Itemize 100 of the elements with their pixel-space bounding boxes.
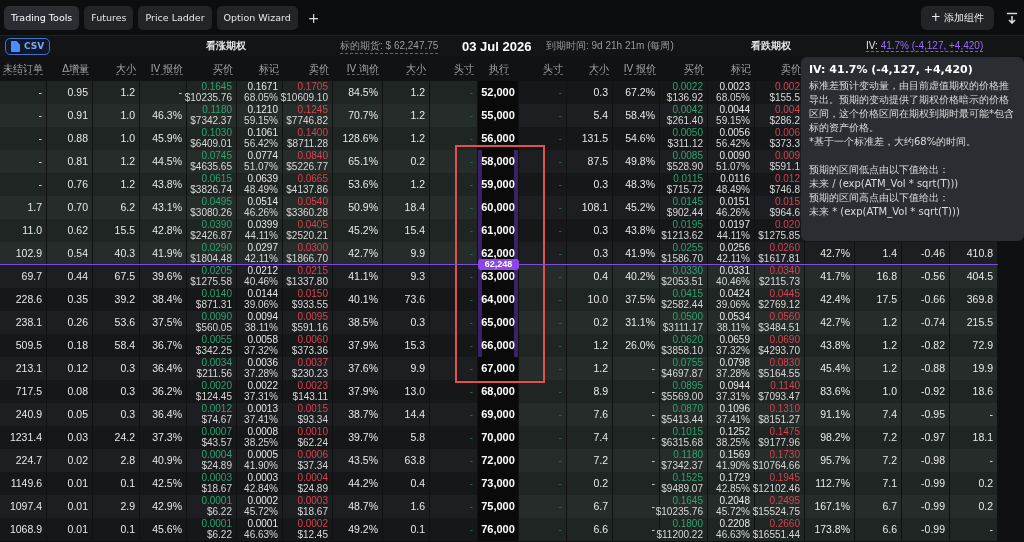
mark-price: 0.0116: [720, 174, 750, 185]
mark-price: 0.0659: [719, 335, 750, 346]
bid-price: 0.0001: [201, 519, 232, 530]
position-cell: -: [469, 294, 473, 305]
size-cell: 1.6: [410, 501, 425, 512]
bid-price: 0.0620: [672, 335, 703, 346]
mark-price: 0.0424: [719, 289, 750, 300]
column-header[interactable]: 标记: [731, 62, 751, 75]
ask-price: 0.0037: [297, 358, 328, 369]
column-header[interactable]: 卖价: [309, 62, 329, 75]
ask-price: 0.0445: [769, 289, 800, 300]
tab[interactable]: Trading Tools: [4, 5, 80, 30]
iv-cell: -: [651, 409, 655, 420]
ask-detail: $373.3: [769, 138, 800, 149]
size-cell: 58.4: [114, 340, 135, 351]
bid-price: 0.0034: [201, 358, 232, 369]
mark-price: 0.0639: [247, 174, 278, 185]
ask-price: 0.0095: [297, 312, 328, 323]
size-cell: 7.2: [882, 455, 897, 466]
bid-price: 0.0415: [672, 289, 703, 300]
column-header[interactable]: 头寸: [543, 62, 563, 75]
position-cell: -: [558, 386, 562, 397]
column-header[interactable]: 执行: [488, 62, 509, 75]
open-interest-cell: -: [38, 156, 42, 167]
delta-cell: -0.92: [921, 386, 945, 397]
size-cell: 1.2: [120, 179, 135, 190]
open-interest-cell: 0.2: [978, 501, 993, 512]
bid-price: 0.1180: [202, 105, 232, 116]
delta-cell: 0.88: [67, 133, 88, 144]
size-cell: 1.2: [882, 317, 897, 328]
column-header[interactable]: 大小: [589, 62, 609, 75]
mark-detail: 38.11%: [244, 322, 278, 333]
mark-detail: 40.46%: [244, 276, 278, 287]
column-header[interactable]: 大小: [116, 62, 136, 75]
column-header[interactable]: IV 询价: [346, 62, 379, 75]
column-header[interactable]: 买价: [213, 62, 233, 75]
ask-price: 0.1945: [769, 473, 800, 484]
column-header[interactable]: 大小: [406, 62, 426, 75]
mark-price: 0.0001: [247, 519, 278, 530]
column-header[interactable]: Δ增量: [62, 62, 89, 75]
open-interest-cell: -: [989, 524, 993, 535]
iv-cell: 38.5%: [348, 317, 378, 328]
size-cell: 7.2: [882, 432, 897, 443]
iv-cell: 54.6%: [625, 133, 655, 144]
bid-detail: $2053.51: [661, 276, 703, 287]
file-icon: [11, 40, 20, 52]
spot-price-badge: 62,248: [478, 259, 519, 270]
position-cell: -: [469, 179, 473, 190]
bid-detail: $715.72: [666, 184, 703, 195]
tab[interactable]: Futures: [84, 5, 134, 30]
download-icon[interactable]: [1006, 11, 1018, 24]
size-cell: 18.4: [404, 202, 425, 213]
column-header[interactable]: IV 报价: [150, 62, 183, 75]
new-tab-button[interactable]: +: [302, 9, 325, 26]
iv-cell: 50.9%: [348, 202, 378, 213]
bid-price: 0.0615: [201, 174, 232, 185]
tab[interactable]: Price Ladder: [138, 5, 212, 30]
size-cell: 5.4: [593, 110, 608, 121]
size-cell: 9.9: [410, 248, 425, 259]
mark-detail: 40.46%: [716, 276, 750, 287]
ask-detail: $62.24: [297, 437, 328, 448]
mark-detail: 41.90%: [716, 460, 750, 471]
add-widget-button[interactable]: + 添加组件: [920, 5, 994, 30]
iv-cell: 46.3%: [152, 110, 182, 121]
ask-detail: $373.36: [291, 345, 328, 356]
csv-button[interactable]: CSV: [5, 37, 51, 55]
mark-detail: 59.15%: [244, 115, 278, 126]
delta-cell: -0.88: [921, 363, 945, 374]
position-cell: -: [469, 501, 473, 512]
iv-cell: 41.9%: [152, 248, 182, 259]
column-header[interactable]: 头寸: [454, 62, 474, 75]
open-interest-cell: -: [989, 409, 993, 420]
bid-price: 0.0004: [201, 450, 232, 461]
iv-cell: 67.2%: [625, 87, 655, 98]
tooltip-title: IV: 41.7% (-4,127, +4,420): [809, 63, 974, 76]
iv-cell: 37.5%: [152, 317, 182, 328]
iv-cell: 45.4%: [820, 363, 850, 374]
tab[interactable]: Option Wizard: [216, 5, 298, 30]
iv-cell: 49.8%: [625, 156, 655, 167]
bid-detail: $3080.26: [190, 207, 232, 218]
size-cell: 6.7: [593, 501, 608, 512]
mark-detail: 44.11%: [716, 230, 750, 241]
bid-price: 0.0755: [672, 358, 703, 369]
mark-price: 0.0013: [247, 404, 278, 415]
iv-range[interactable]: IV: 41.7% (-4,127, +4,420): [866, 40, 984, 52]
ask-detail: $286.2: [769, 115, 800, 126]
size-cell: 67.5: [114, 271, 135, 282]
ask-detail: $15524.75: [752, 506, 800, 517]
delta-cell: -0.95: [921, 409, 945, 420]
column-header[interactable]: 买价: [684, 62, 704, 75]
delta-cell: 0.54: [67, 248, 88, 259]
ask-detail: $5226.77: [286, 161, 328, 172]
bid-detail: $3111.17: [662, 322, 703, 333]
ask-detail: $2115.73: [759, 276, 800, 287]
ask-price: 0.0560: [769, 312, 800, 323]
ask-price: 0.002: [774, 82, 800, 93]
column-header[interactable]: 标记: [259, 62, 279, 75]
delta-cell: 0.44: [67, 271, 88, 282]
column-header[interactable]: 未结订单: [3, 62, 43, 75]
column-header[interactable]: IV 报价: [623, 62, 656, 75]
